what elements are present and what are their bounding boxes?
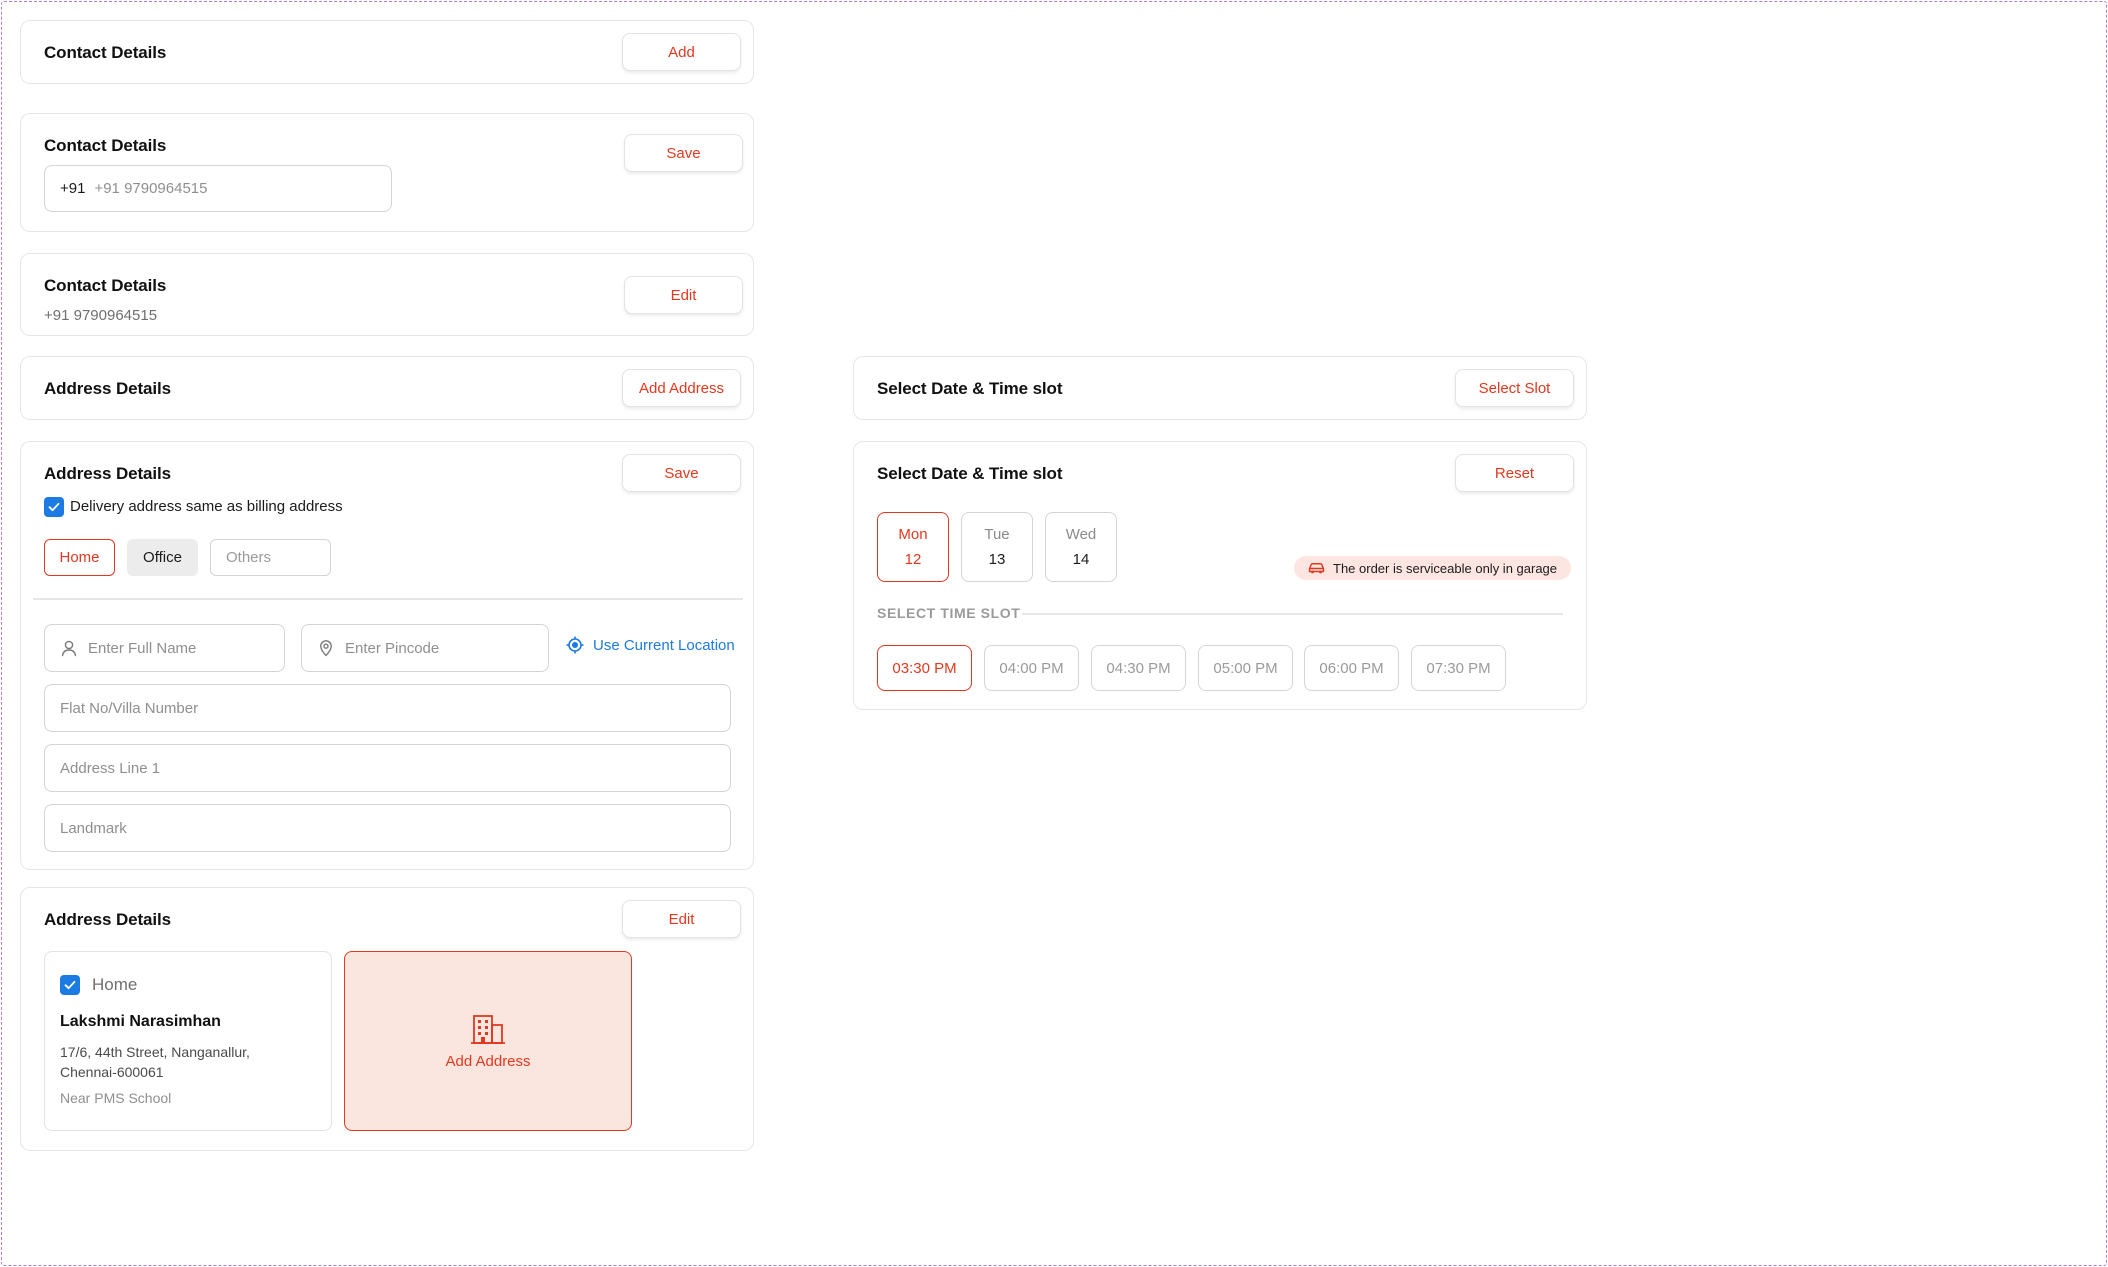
full-name-placeholder: Enter Full Name	[88, 639, 197, 657]
day-name: Wed	[1065, 526, 1097, 543]
address-line-input[interactable]: Address Line 1	[44, 744, 731, 792]
card-title: Contact Details	[44, 136, 167, 155]
card-title: Select Date & Time slot	[877, 379, 1063, 398]
save-address-button[interactable]: Save	[622, 454, 741, 492]
day-name: Tue	[984, 526, 1010, 543]
address-details-card-view: Address Details Edit Home Lakshmi Narasi…	[20, 887, 754, 1151]
card-title: Contact Details	[44, 276, 167, 295]
saved-address-card[interactable]: Home Lakshmi Narasimhan 17/6, 44th Stree…	[44, 951, 332, 1131]
save-contact-button[interactable]: Save	[624, 134, 743, 172]
day-name: Mon	[898, 526, 928, 543]
same-billing-checkbox[interactable]	[44, 497, 64, 517]
time-slot-option[interactable]: 04:30 PM	[1091, 645, 1186, 691]
serviceable-notice-text: The order is serviceable only in garage	[1333, 560, 1558, 576]
address-type-home[interactable]: Home	[44, 539, 115, 576]
same-billing-label: Delivery address same as billing address	[70, 498, 343, 515]
card-title: Select Date & Time slot	[877, 464, 1063, 483]
add-address-tile-label: Add Address	[445, 1052, 531, 1070]
target-location-icon	[566, 636, 584, 654]
edit-address-button[interactable]: Edit	[622, 900, 741, 938]
landmark-placeholder: Landmark	[60, 819, 127, 837]
saved-address-line1: 17/6, 44th Street, Nanganallur,	[60, 1044, 250, 1060]
saved-address-landmark: Near PMS School	[60, 1090, 172, 1106]
reset-slot-button[interactable]: Reset	[1455, 454, 1574, 492]
address-details-card-form: Address Details Save Delivery address sa…	[20, 441, 754, 870]
time-slot-option[interactable]: 07:30 PM	[1411, 645, 1506, 691]
pincode-placeholder: Enter Pincode	[345, 639, 440, 657]
time-slot-option[interactable]: 06:00 PM	[1304, 645, 1399, 691]
time-slot-card-empty: Select Date & Time slot Select Slot	[853, 356, 1587, 420]
contact-details-card-view: Contact Details +91 9790964515 Edit	[20, 253, 754, 336]
card-title: Address Details	[44, 464, 171, 483]
phone-input[interactable]: +91 +91 9790964515	[44, 165, 392, 212]
card-title: Address Details	[44, 910, 171, 929]
saved-address-line2: Chennai-600061	[60, 1064, 164, 1080]
saved-address-type: Home	[92, 975, 138, 994]
address-line-placeholder: Address Line 1	[60, 759, 161, 777]
saved-address-checkbox[interactable]	[60, 975, 80, 995]
add-address-tile[interactable]: Add Address	[344, 951, 632, 1131]
flat-number-placeholder: Flat No/Villa Number	[60, 699, 199, 717]
contact-details-card-empty: Contact Details Add	[20, 20, 754, 84]
check-icon	[64, 980, 76, 990]
day-option[interactable]: Mon 12	[877, 512, 949, 582]
use-current-location-label: Use Current Location	[593, 636, 735, 654]
time-slot-option[interactable]: 04:00 PM	[984, 645, 1079, 691]
day-date: 13	[988, 551, 1006, 568]
contact-details-card-form: Contact Details Save +91 +91 9790964515	[20, 113, 754, 232]
add-contact-button[interactable]: Add	[622, 33, 741, 71]
day-date: 14	[1072, 551, 1090, 568]
landmark-input[interactable]: Landmark	[44, 804, 731, 852]
time-slot-card-picker: Select Date & Time slot Reset Mon 12 Tue…	[853, 441, 1587, 710]
check-icon	[48, 502, 60, 512]
location-pin-icon	[317, 639, 335, 657]
serviceable-notice-badge: The order is serviceable only in garage	[1294, 556, 1572, 580]
form-divider	[33, 598, 743, 600]
pincode-input[interactable]: Enter Pincode	[301, 624, 549, 672]
saved-address-name: Lakshmi Narasimhan	[60, 1013, 221, 1030]
card-title: Contact Details	[44, 43, 167, 62]
time-slot-section-label: SELECT TIME SLOT	[877, 605, 1021, 621]
user-icon	[60, 639, 78, 657]
edit-contact-button[interactable]: Edit	[624, 276, 743, 314]
phone-placeholder: +91 9790964515	[94, 180, 208, 197]
time-slot-divider	[1022, 613, 1563, 615]
day-option[interactable]: Wed 14	[1045, 512, 1117, 582]
select-slot-button[interactable]: Select Slot	[1455, 369, 1574, 407]
address-type-office[interactable]: Office	[127, 539, 198, 576]
use-current-location-link[interactable]: Use Current Location	[566, 636, 735, 654]
card-title: Address Details	[44, 379, 171, 398]
day-date: 12	[904, 551, 922, 568]
car-icon	[1308, 562, 1325, 574]
building-icon	[470, 1013, 506, 1045]
time-slot-option[interactable]: 03:30 PM	[877, 645, 972, 691]
country-code-prefix: +91	[60, 180, 86, 197]
day-option[interactable]: Tue 13	[961, 512, 1033, 582]
time-slot-option[interactable]: 05:00 PM	[1198, 645, 1293, 691]
flat-number-input[interactable]: Flat No/Villa Number	[44, 684, 731, 732]
address-details-card-empty: Address Details Add Address	[20, 356, 754, 420]
full-name-input[interactable]: Enter Full Name	[44, 624, 285, 672]
add-address-button[interactable]: Add Address	[622, 369, 741, 407]
contact-phone-value: +91 9790964515	[44, 307, 158, 324]
address-type-others[interactable]: Others	[210, 539, 331, 576]
